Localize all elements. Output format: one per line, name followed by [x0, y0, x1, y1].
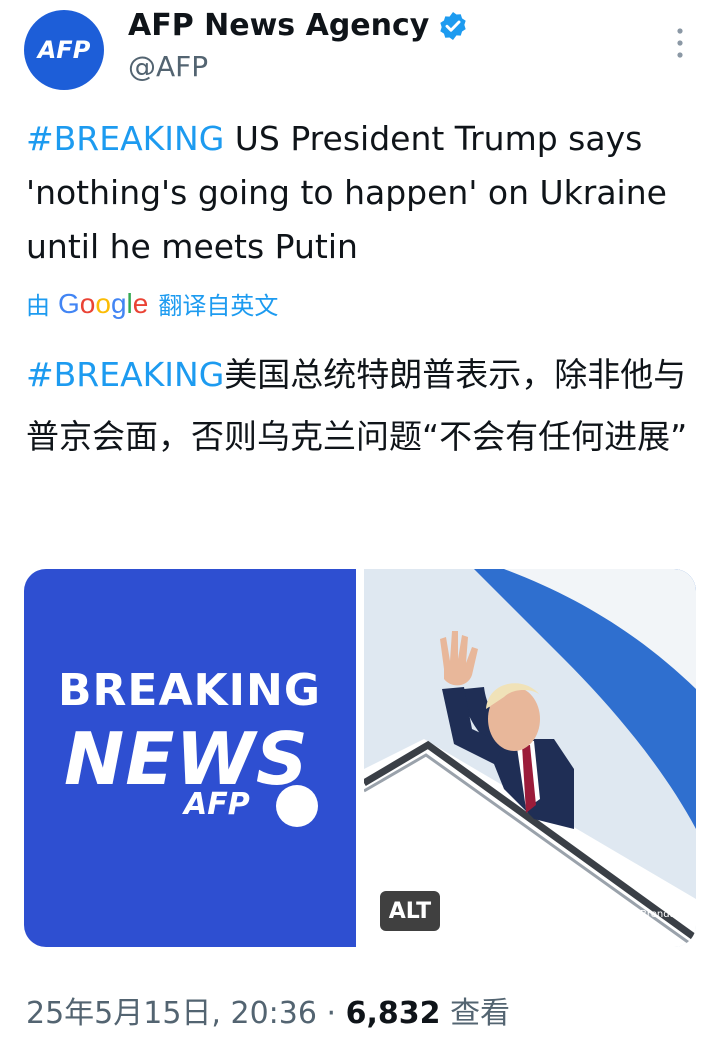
verified-badge-icon	[440, 11, 467, 40]
separator: ·	[326, 996, 337, 1031]
media-grid: BREAKING NEWS AFP ALT Brendan S	[24, 569, 696, 947]
afp-brand-mark: AFP	[184, 787, 250, 822]
media-gap	[356, 569, 364, 947]
translated-hashtag-link[interactable]: #BREAKING	[26, 355, 224, 394]
tweet-text: #BREAKING US President Trump says 'nothi…	[26, 112, 696, 274]
translation-suffix: 翻译自英文	[158, 292, 279, 320]
tweet-header: AFP AFP News Agency @AFP	[0, 0, 720, 100]
google-logo: Google	[58, 287, 149, 319]
tweet-footer: 25年5月15日, 20:36 · 6,832 查看	[26, 988, 510, 1032]
more-vertical-icon[interactable]	[668, 26, 692, 60]
author-handle[interactable]: @AFP	[128, 50, 208, 83]
author-name-row: AFP News Agency	[128, 8, 469, 43]
translated-text: #BREAKING美国总统特朗普表示，除非他与普京会面，否则乌克兰问题“不会有任…	[26, 344, 696, 468]
breaking-news-image[interactable]: BREAKING NEWS AFP	[24, 569, 356, 947]
hashtag-link[interactable]: #BREAKING	[26, 119, 224, 158]
translation-attribution[interactable]: 由 Google 翻译自英文	[26, 286, 278, 321]
views-label: 查看	[450, 996, 511, 1031]
afp-logo-dot	[276, 785, 318, 827]
author-name[interactable]: AFP News Agency	[128, 8, 429, 43]
photo-credit: Brendan S	[640, 909, 692, 920]
breaking-word: BREAKING	[58, 665, 321, 716]
trump-photo[interactable]: ALT Brendan S	[364, 569, 696, 947]
avatar[interactable]: AFP	[24, 10, 104, 90]
alt-text-button[interactable]: ALT	[380, 891, 440, 931]
timestamp[interactable]: 25年5月15日, 20:36	[26, 996, 317, 1031]
views-count[interactable]: 6,832	[346, 996, 441, 1031]
translation-prefix: 由	[26, 292, 50, 320]
